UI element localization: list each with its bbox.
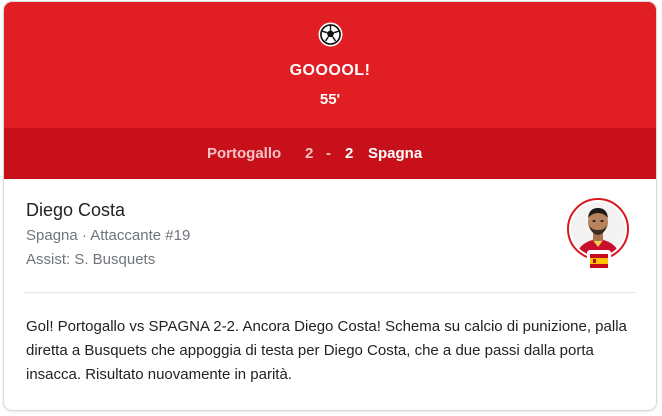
player-assist: Assist: S. Busquets [26, 251, 156, 268]
scorer-info: Diego Costa Spagna · Attaccante #19 Assi… [4, 179, 656, 291]
section-divider [24, 292, 636, 293]
goal-title: GOOOOL! [289, 62, 371, 79]
home-team-score: 2 [305, 145, 314, 162]
goal-header: GOOOOL! 55' [4, 2, 656, 128]
event-description: Gol! Portogallo vs SPAGNA 2-2. Ancora Di… [26, 318, 627, 383]
score-separator: - [326, 145, 331, 162]
soccer-ball-icon [318, 22, 343, 47]
goal-minute: 55' [319, 91, 341, 108]
spain-flag-icon [587, 250, 611, 272]
away-team-score: 2 [345, 145, 354, 162]
scoreboard: Portogallo 2 - 2 Spagna [4, 128, 656, 179]
player-name: Diego Costa [26, 200, 126, 220]
away-team-name: Spagna [368, 145, 423, 162]
home-team-name: Portogallo [207, 145, 282, 162]
player-team-position: Spagna · Attaccante #19 [26, 227, 191, 244]
goal-event-card: GOOOOL! 55' Portogallo 2 - 2 Spagna Dieg… [4, 2, 656, 410]
